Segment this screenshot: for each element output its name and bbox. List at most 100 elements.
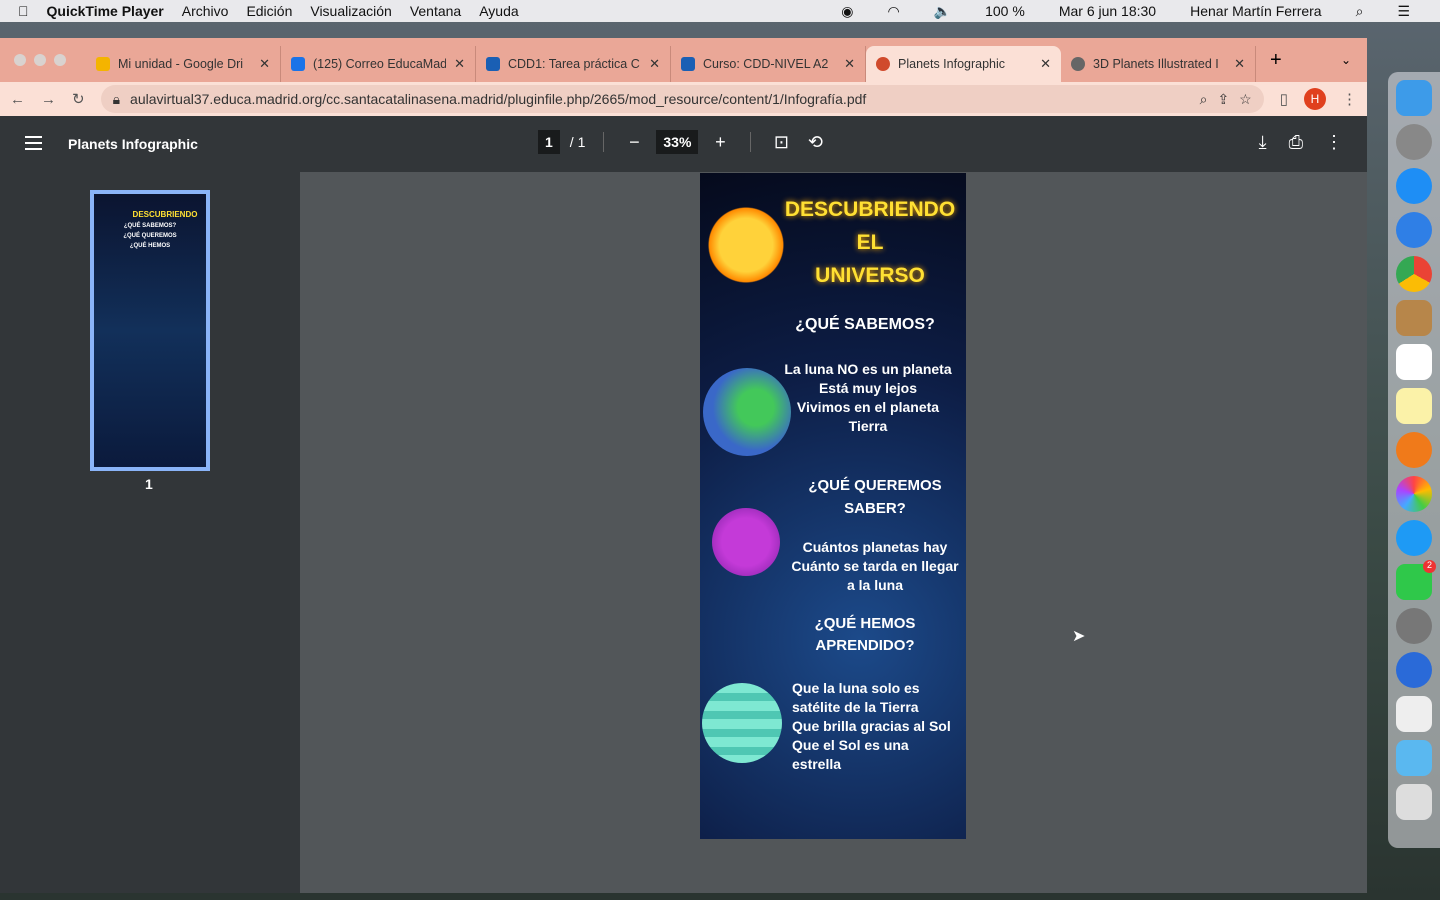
divider bbox=[603, 132, 605, 152]
zoom-icon[interactable]: ⌕ bbox=[1200, 91, 1208, 108]
menu-visualizacion[interactable]: Visualización bbox=[310, 3, 391, 19]
record-icon[interactable]: ◉ bbox=[841, 3, 853, 20]
menu-edicion[interactable]: Edición bbox=[246, 3, 292, 19]
search-icon[interactable]: ⌕ bbox=[1356, 3, 1364, 20]
lock-icon: 🔒︎ bbox=[112, 90, 121, 107]
system-preferences-icon[interactable] bbox=[1396, 608, 1432, 644]
page-number-input[interactable]: 1 bbox=[538, 130, 560, 154]
pdf-toolbar: Planets Infographic 1 / 1 − 33% + ⊡ ⟲ ⤓ … bbox=[0, 116, 1367, 172]
downloads-folder-icon[interactable] bbox=[1396, 740, 1432, 776]
moodle-icon bbox=[486, 57, 500, 71]
finder-icon[interactable] bbox=[1396, 80, 1432, 116]
purple-planet-illustration bbox=[712, 508, 780, 576]
chrome-icon[interactable] bbox=[1396, 256, 1432, 292]
window-controls[interactable] bbox=[14, 54, 66, 66]
menu-bar:  QuickTime Player Archivo Edición Visua… bbox=[0, 0, 1440, 22]
side-panel-icon[interactable]: ▯ bbox=[1280, 90, 1288, 108]
infographic-title: DESCUBRIENDO EL UNIVERSO bbox=[784, 198, 956, 287]
page-thumbnail[interactable]: DESCUBRIENDO ¿QUÉ SABEMOS? ¿QUÉ QUEREMOS… bbox=[90, 190, 210, 471]
pdf-page: DESCUBRIENDO EL UNIVERSO ¿QUÉ SABEMOS? La … bbox=[700, 173, 966, 839]
close-window[interactable] bbox=[14, 54, 26, 66]
notes-icon[interactable] bbox=[1396, 388, 1432, 424]
zoom-window[interactable] bbox=[54, 54, 66, 66]
close-tab-icon[interactable]: ✕ bbox=[844, 56, 855, 72]
wifi-icon[interactable]: ◠ bbox=[887, 3, 899, 20]
profile-avatar[interactable]: H bbox=[1304, 88, 1326, 110]
url-bar[interactable]: 🔒︎ aulavirtual37.educa.madrid.org/cc.san… bbox=[100, 85, 1264, 113]
thumb-q3: ¿QUÉ HEMOS bbox=[129, 243, 171, 249]
rotate-icon[interactable]: ⟲ bbox=[803, 132, 827, 153]
notification-badge: 2 bbox=[1423, 560, 1436, 573]
zoom-input[interactable]: 33% bbox=[656, 130, 699, 154]
calendar-icon[interactable] bbox=[1396, 344, 1432, 380]
trash-icon[interactable] bbox=[1396, 784, 1432, 820]
tab-search-chevron-icon[interactable]: ⌄ bbox=[1341, 53, 1351, 67]
launchpad-icon[interactable] bbox=[1396, 124, 1432, 160]
back-button[interactable]: ← bbox=[10, 91, 25, 108]
print-icon[interactable]: ⎙ bbox=[1289, 132, 1303, 153]
share-icon[interactable]: ⇪ bbox=[1217, 91, 1229, 108]
zoom-out-button[interactable]: − bbox=[622, 132, 646, 153]
tab-google-drive[interactable]: Mi unidad - Google Dri ✕ bbox=[86, 46, 281, 82]
menu-ventana[interactable]: Ventana bbox=[410, 3, 461, 19]
close-tab-icon[interactable]: ✕ bbox=[259, 56, 270, 72]
bookmark-star-icon[interactable]: ☆ bbox=[1239, 91, 1252, 108]
control-center-icon[interactable]: ☰ bbox=[1397, 3, 1410, 20]
app-menu[interactable]: QuickTime Player bbox=[47, 3, 164, 19]
reload-button[interactable]: ↻ bbox=[72, 90, 85, 108]
address-bar-row: ← → ↻ 🔒︎ aulavirtual37.educa.madrid.org/… bbox=[0, 82, 1367, 116]
menu-icon[interactable] bbox=[25, 136, 42, 150]
app-store-icon[interactable] bbox=[1396, 168, 1432, 204]
close-tab-icon[interactable]: ✕ bbox=[454, 56, 465, 72]
globe-icon bbox=[1071, 57, 1085, 71]
browser-menu-icon[interactable]: ⋮ bbox=[1342, 90, 1357, 108]
thumbnail-page-number: 1 bbox=[145, 476, 153, 492]
question-1: ¿QUÉ SABEMOS? bbox=[795, 316, 935, 333]
contacts-icon[interactable] bbox=[1396, 300, 1432, 336]
page-total: / 1 bbox=[569, 134, 586, 150]
photos-icon[interactable] bbox=[1396, 476, 1432, 512]
volume-icon[interactable]: 🔈 bbox=[934, 3, 951, 20]
facetime-icon[interactable]: 2 bbox=[1396, 560, 1436, 600]
url-text[interactable]: aulavirtual37.educa.madrid.org/cc.santac… bbox=[130, 91, 1190, 107]
question-3: ¿QUÉ HEMOS APRENDIDO? bbox=[814, 615, 916, 654]
tab-correo[interactable]: (125) Correo EducaMad ✕ bbox=[281, 46, 476, 82]
divider bbox=[750, 132, 752, 152]
close-tab-icon[interactable]: ✕ bbox=[649, 56, 660, 72]
fit-page-icon[interactable]: ⊡ bbox=[769, 132, 793, 153]
document-title: Planets Infographic bbox=[68, 136, 198, 152]
download-icon[interactable]: ⤓ bbox=[1259, 132, 1267, 153]
safari-icon[interactable] bbox=[1396, 212, 1432, 248]
close-tab-icon[interactable]: ✕ bbox=[1234, 56, 1245, 72]
user-name[interactable]: Henar Martín Ferrera bbox=[1190, 3, 1321, 19]
answer-1: La luna NO es un planeta Está muy lejos Vi… bbox=[784, 361, 952, 434]
menu-ayuda[interactable]: Ayuda bbox=[479, 3, 518, 19]
zoom-in-button[interactable]: + bbox=[708, 132, 732, 153]
forward-button[interactable]: → bbox=[41, 91, 56, 108]
tab-3d-planets[interactable]: 3D Planets Illustrated I ✕ bbox=[1061, 46, 1256, 82]
battery-status[interactable]: 100 % bbox=[985, 3, 1025, 19]
moodle-icon bbox=[681, 57, 695, 71]
home-folder-icon[interactable] bbox=[1396, 696, 1432, 732]
menu-archivo[interactable]: Archivo bbox=[182, 3, 229, 19]
answer-3: Que la luna solo es satélite de la Tierra… bbox=[792, 680, 951, 772]
tab-planets-infographic[interactable]: Planets Infographic ✕ bbox=[866, 46, 1061, 82]
tab-curso[interactable]: Curso: CDD-NIVEL A2 ✕ bbox=[671, 46, 866, 82]
dock: 2 bbox=[1388, 72, 1440, 848]
planets-icon bbox=[876, 57, 890, 71]
messages-icon[interactable] bbox=[1396, 520, 1432, 556]
thumbnail-sidebar: DESCUBRIENDO ¿QUÉ SABEMOS? ¿QUÉ QUEREMOS… bbox=[0, 172, 300, 893]
new-tab-button[interactable]: + bbox=[1270, 49, 1282, 72]
minimize-window[interactable] bbox=[34, 54, 46, 66]
tab-bar: Mi unidad - Google Dri ✕ (125) Correo Edu… bbox=[0, 38, 1367, 82]
thumb-title: DESCUBRIENDO bbox=[132, 210, 198, 219]
apple-menu[interactable]:  bbox=[18, 3, 29, 19]
tab-cdd1[interactable]: CDD1: Tarea práctica C ✕ bbox=[476, 46, 671, 82]
teal-planet-illustration bbox=[702, 683, 782, 763]
datetime[interactable]: Mar 6 jun 18:30 bbox=[1059, 3, 1156, 19]
books-icon[interactable] bbox=[1396, 432, 1432, 468]
quicktime-icon[interactable] bbox=[1396, 652, 1432, 688]
more-options-icon[interactable]: ⋮ bbox=[1325, 132, 1343, 153]
close-tab-icon[interactable]: ✕ bbox=[1040, 56, 1051, 72]
browser-window: Mi unidad - Google Dri ✕ (125) Correo Edu… bbox=[0, 38, 1367, 893]
